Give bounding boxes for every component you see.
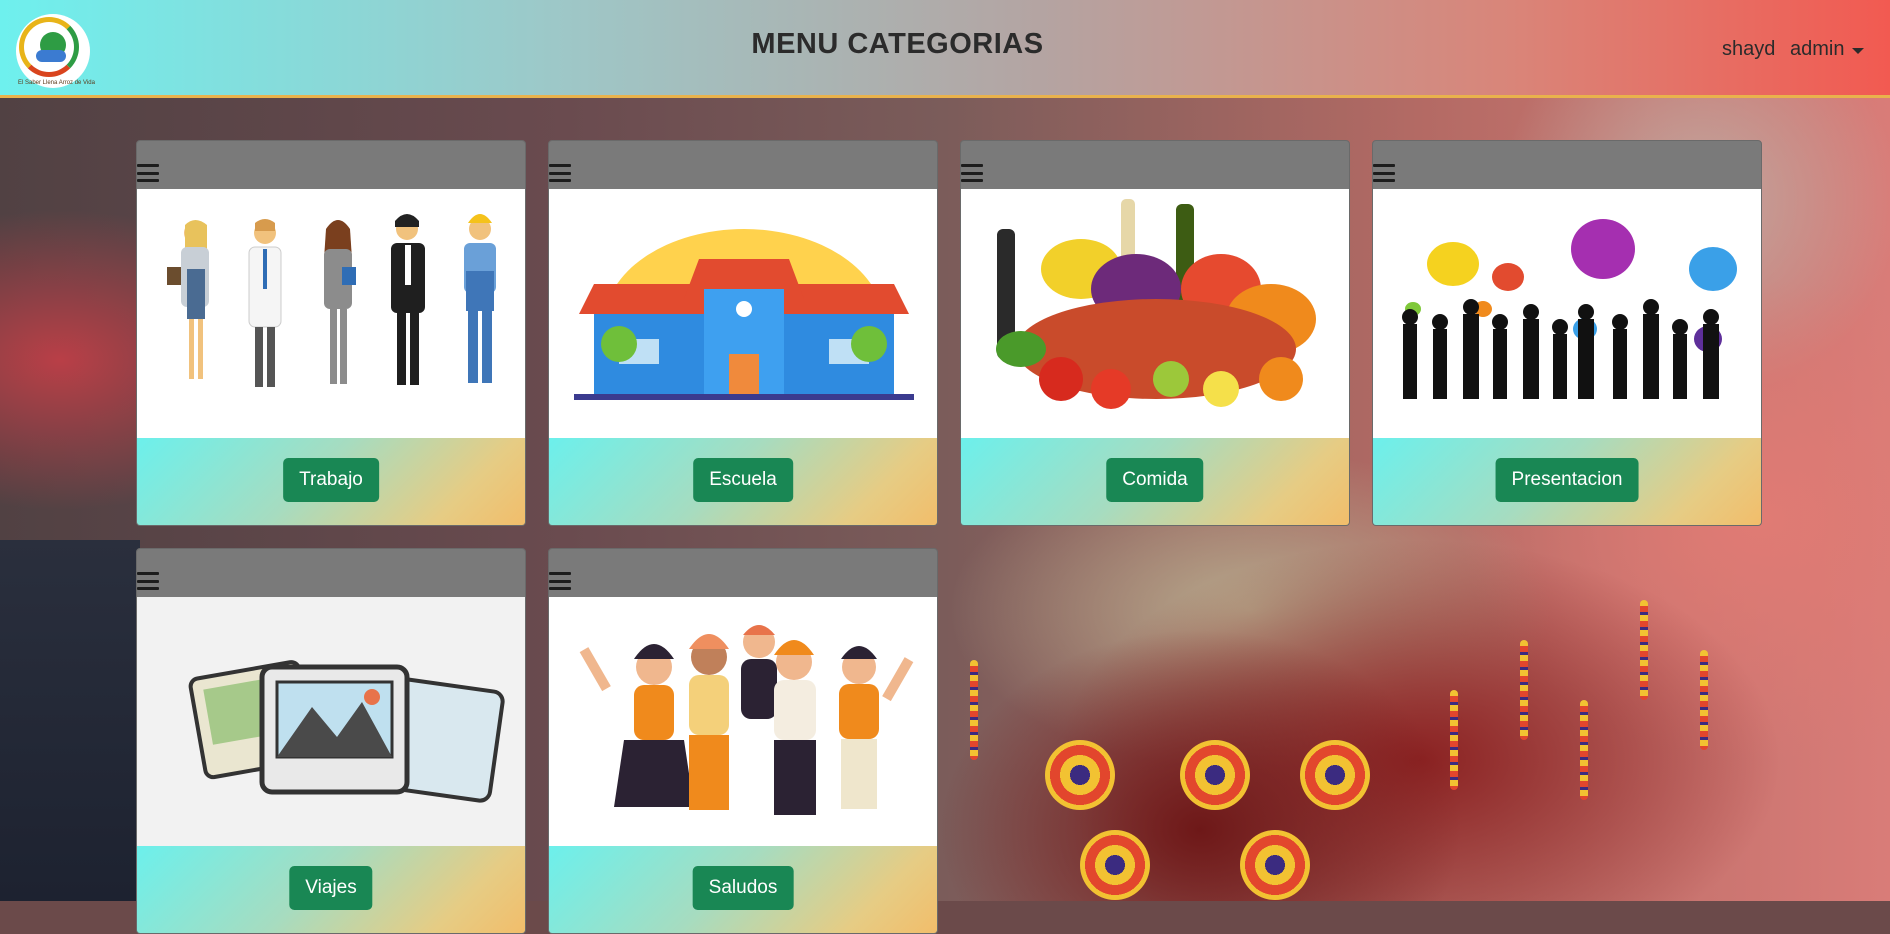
hamburger-menu-icon[interactable] (137, 164, 159, 182)
category-button-saludos[interactable]: Saludos (692, 866, 794, 910)
admin-dropdown[interactable]: admin (1790, 38, 1865, 61)
hamburger-menu-icon[interactable] (137, 572, 159, 590)
friends-waving-illustration (549, 597, 937, 846)
username-label: shayd (1722, 38, 1776, 60)
top-navbar: El Saber Llena Arroz de Vida MENU CATEGO… (0, 0, 1890, 98)
background-shadow (0, 540, 140, 901)
category-button-viajes[interactable]: Viajes (289, 866, 373, 910)
hamburger-menu-icon[interactable] (549, 164, 571, 182)
category-card-escuela: Escuela (548, 140, 938, 526)
hamburger-menu-icon[interactable] (1373, 164, 1395, 182)
card-footer: Saludos (549, 846, 937, 933)
card-footer: Viajes (137, 846, 525, 933)
card-header (137, 141, 525, 189)
category-button-trabajo[interactable]: Trabajo (283, 458, 379, 502)
hamburger-menu-icon[interactable] (961, 164, 983, 182)
card-header (961, 141, 1349, 189)
category-button-escuela[interactable]: Escuela (693, 458, 793, 502)
category-card-viajes: Viajes (136, 548, 526, 934)
card-header (1373, 141, 1761, 189)
category-card-presentacion: Presentacion (1372, 140, 1762, 526)
logo-tagline: El Saber Llena Arroz de Vida (18, 80, 95, 86)
hamburger-menu-icon[interactable] (549, 572, 571, 590)
card-footer: Trabajo (137, 438, 525, 525)
card-header (137, 549, 525, 597)
people-speech-bubbles-illustration (1373, 189, 1761, 438)
category-card-trabajo: Trabajo (136, 140, 526, 526)
category-button-comida[interactable]: Comida (1106, 458, 1204, 502)
travel-photos-illustration (137, 597, 525, 846)
page-title: MENU CATEGORIAS (751, 28, 1044, 60)
category-card-comida: Comida (960, 140, 1350, 526)
card-footer: Comida (961, 438, 1349, 525)
card-footer: Escuela (549, 438, 937, 525)
category-card-saludos: Saludos (548, 548, 938, 934)
admin-dropdown-label: admin (1790, 38, 1845, 60)
category-button-presentacion[interactable]: Presentacion (1495, 458, 1639, 502)
professionals-illustration (137, 189, 525, 438)
card-footer: Presentacion (1373, 438, 1761, 525)
caret-down-icon (1852, 47, 1865, 54)
school-building-illustration (549, 189, 937, 438)
card-header (549, 141, 937, 189)
food-groceries-photo (961, 189, 1349, 438)
card-header (549, 549, 937, 597)
